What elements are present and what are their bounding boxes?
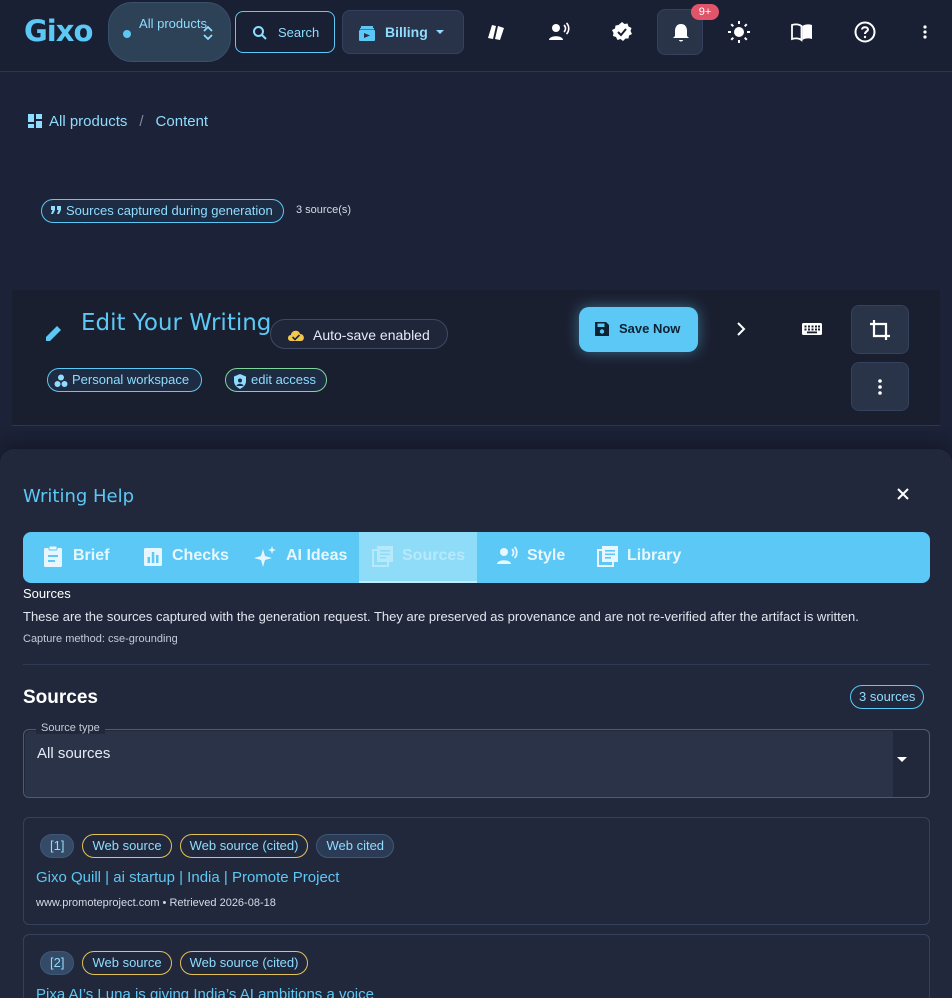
dashboard-icon [28,114,42,128]
source-tag: Web source (cited) [179,951,309,975]
search-icon [253,26,267,40]
bar-chart-icon [144,548,162,566]
caret-down-icon [897,757,907,762]
source-tag: Web source [82,834,172,858]
crop-icon [870,320,890,340]
access-chip[interactable]: edit access [225,368,328,392]
top-bar: Gixo All products Search Billing 9+ [0,0,952,72]
tab-style-label: Style [527,547,566,564]
source-card[interactable]: [1] Web source Web source (cited) Web ci… [23,817,930,925]
tab-sources[interactable]: Sources [359,532,477,583]
tab-ai-ideas-label: AI Ideas [286,547,348,564]
editor-title: Edit Your Writing [81,310,272,336]
source-type-value: All sources [37,745,111,762]
capture-method: Capture method: cse-grounding [23,633,178,645]
book-stack-icon [597,546,618,567]
voice-icon [497,546,518,564]
tab-library-label: Library [627,547,682,564]
save-now-button[interactable]: Save Now [579,307,698,352]
chevron-right-icon[interactable] [732,320,750,338]
cloud-check-icon [288,330,304,341]
source-tag: Web source (cited) [179,834,309,858]
access-label: edit access [251,372,317,387]
breadcrumb-separator: / [139,112,144,130]
billing-icon [359,26,375,41]
source-tags: [2] Web source Web source (cited) [40,951,309,975]
source-type-label: Source type [36,722,105,734]
sources-captured-chip[interactable]: Sources captured during generation [41,199,284,223]
autosave-indicator: Auto-save enabled [270,319,448,349]
breadcrumb-root[interactable]: All products [49,113,127,130]
unfold-icon [203,25,213,41]
section-label: Sources [23,586,71,601]
shield-icon [234,374,246,389]
source-tag: Web cited [316,834,395,858]
keyboard-icon[interactable] [801,320,823,338]
floppy-disk-icon [595,322,609,336]
sources-captured-label: Sources captured during generation [66,203,273,218]
library-icon [372,546,393,567]
sources-heading: Sources [23,687,98,708]
crop-button[interactable] [851,305,909,354]
workspace-chip[interactable]: Personal workspace [47,368,203,392]
tab-style[interactable]: Style [496,532,596,583]
select-background [25,731,893,797]
search-button[interactable]: Search [235,11,335,53]
save-now-label: Save Now [619,321,681,336]
source-tag: Web source [82,951,172,975]
billing-label: Billing [385,24,428,40]
autosave-label: Auto-save enabled [313,327,430,343]
source-index: [2] [40,951,75,975]
help-icon[interactable] [853,20,877,44]
more-vertical-icon [878,379,882,395]
breadcrumb: All products / Content [27,111,208,131]
voice-icon[interactable] [547,20,571,44]
pencil-icon [46,326,61,341]
source-tags: [1] Web source Web source (cited) Web ci… [40,834,395,858]
workspace-label: Personal workspace [72,372,190,387]
book-open-icon[interactable] [790,20,814,44]
bell-icon [673,24,689,42]
more-vertical-icon[interactable] [913,20,937,44]
sources-captured-count: 3 source(s) [296,204,352,216]
verified-badge-icon[interactable] [610,20,634,44]
divider [23,664,930,665]
clipboard-icon [44,545,62,567]
app-logo[interactable]: Gixo [24,14,93,48]
cards-icon[interactable] [484,20,508,44]
search-label: Search [278,25,320,40]
tab-brief-label: Brief [73,547,110,564]
theme-sun-icon[interactable] [727,20,751,44]
tab-checks-label: Checks [172,547,229,564]
tab-library[interactable]: Library [597,532,717,583]
notification-badge: 9+ [691,4,719,20]
sources-count-badge: 3 sources [850,685,925,709]
source-title-link[interactable]: Gixo Quill | ai startup | India | Promot… [36,869,339,886]
tab-checks[interactable]: Checks [143,532,253,583]
source-title-link[interactable]: Pixa AI’s Luna is giving India’s AI ambi… [36,986,374,998]
workspaces-icon [54,374,68,387]
breadcrumb-current[interactable]: Content [156,113,209,130]
tab-ai-ideas[interactable]: AI Ideas [254,532,374,583]
product-selector-label: All products [139,16,207,31]
quote-icon [51,206,61,214]
tab-sources-label: Sources [402,547,466,564]
editor-header: Edit Your Writing Auto-save enabled Pers… [12,290,940,426]
writing-help-drawer: Writing Help Brief Checks AI Ideas Sourc… [0,449,952,998]
drawer-title: Writing Help [23,486,135,507]
writing-help-tabs: Brief Checks AI Ideas Sources Style Libr… [23,532,930,583]
sparkle-icon [254,546,276,567]
close-icon[interactable] [895,486,911,502]
chevron-down-icon [436,30,444,34]
source-type-select[interactable]: Source type All sources [23,722,930,798]
section-description: These are the sources captured with the … [23,609,859,624]
status-dot [123,30,131,38]
more-options-button[interactable] [851,362,909,411]
source-card[interactable]: [2] Web source Web source (cited) Pixa A… [23,934,930,998]
tab-brief[interactable]: Brief [43,532,143,583]
billing-button[interactable]: Billing [342,10,464,54]
source-meta: www.promoteproject.com • Retrieved 2026-… [36,897,276,909]
source-index: [1] [40,834,75,858]
